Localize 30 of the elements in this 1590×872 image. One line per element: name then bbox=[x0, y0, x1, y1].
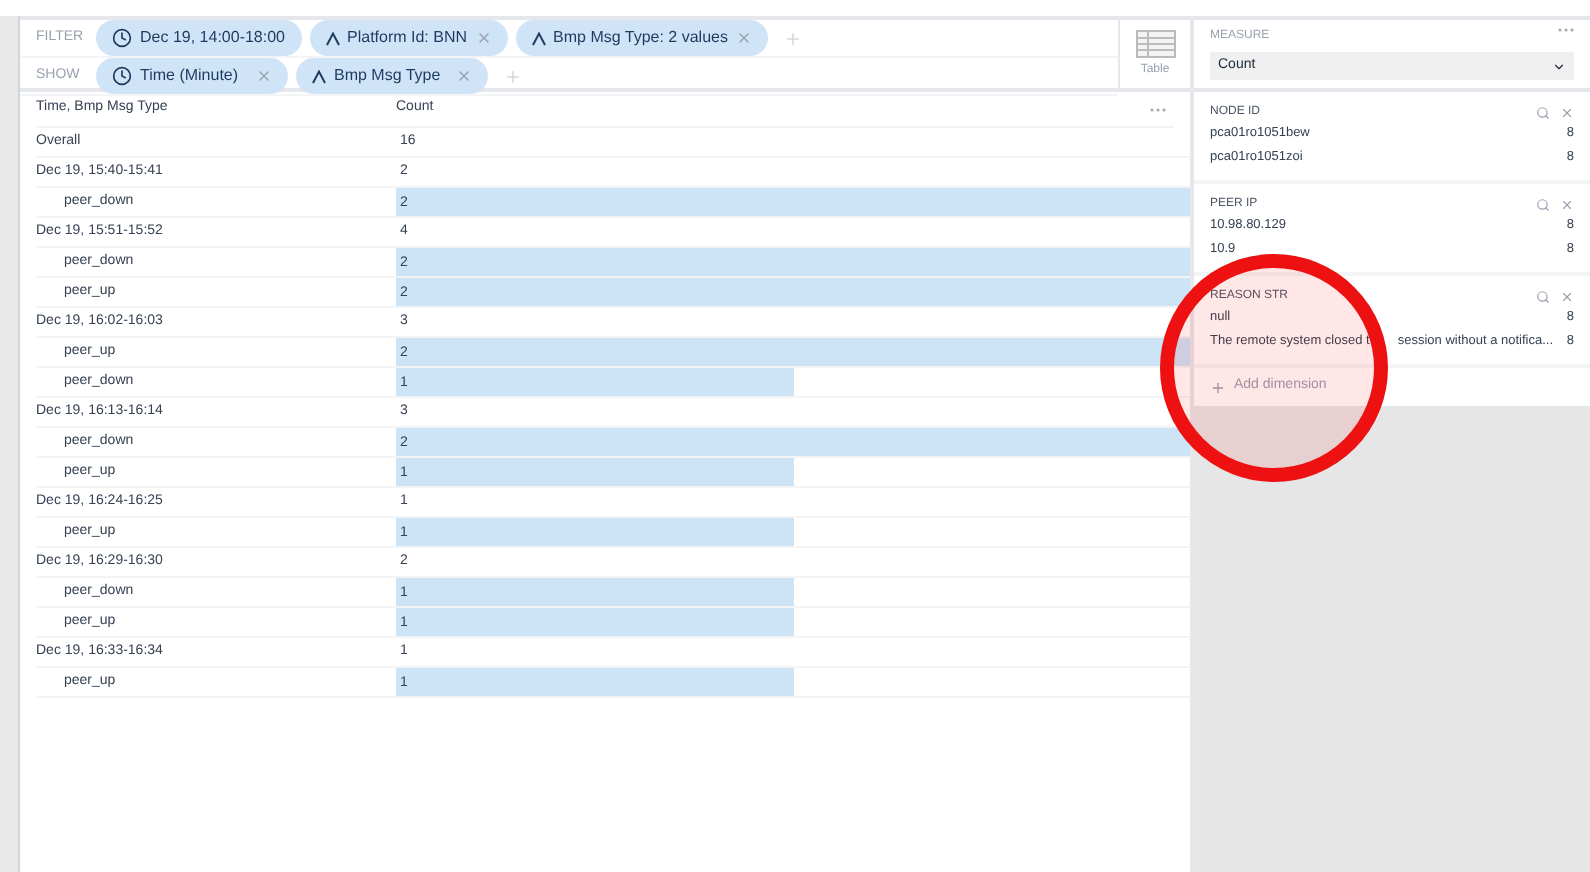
dimension-icon bbox=[325, 31, 339, 45]
clock-icon bbox=[112, 28, 132, 48]
search-icon[interactable] bbox=[1536, 106, 1550, 120]
search-icon[interactable] bbox=[1536, 198, 1550, 212]
close-icon[interactable] bbox=[735, 30, 752, 46]
add-icon bbox=[1210, 379, 1226, 395]
close-icon[interactable] bbox=[1560, 106, 1574, 120]
pill-label: Bmp Msg Type bbox=[334, 64, 443, 88]
filter-pill[interactable]: Dec 19, 14:00-18:00 bbox=[96, 20, 301, 56]
pill-label: Platform Id: BNN bbox=[347, 26, 468, 50]
close-icon[interactable] bbox=[1560, 198, 1574, 212]
close-icon[interactable] bbox=[1560, 290, 1574, 304]
dimension-icon bbox=[312, 69, 326, 83]
filter-pill[interactable]: Time (Minute) bbox=[96, 58, 288, 94]
add-icon[interactable] bbox=[504, 67, 522, 85]
close-icon[interactable] bbox=[256, 68, 272, 84]
table-icon bbox=[1135, 29, 1175, 57]
dimension-icon bbox=[531, 31, 546, 45]
pill-label: Dec 19, 14:00-18:00 bbox=[140, 26, 285, 50]
pill-label: Bmp Msg Type: 2 values bbox=[553, 26, 728, 50]
close-icon[interactable] bbox=[456, 68, 472, 84]
search-icon[interactable] bbox=[1536, 290, 1550, 304]
filter-pill[interactable]: Bmp Msg Type bbox=[296, 58, 488, 94]
add-icon[interactable] bbox=[783, 29, 802, 47]
caret-icon bbox=[1552, 59, 1566, 73]
close-icon[interactable] bbox=[475, 30, 492, 46]
filter-pill[interactable]: Platform Id: BNN bbox=[309, 20, 508, 56]
clock-icon bbox=[112, 66, 132, 86]
pill-label: Time (Minute) bbox=[140, 64, 241, 88]
filter-pill[interactable]: Bmp Msg Type: 2 values bbox=[515, 20, 768, 56]
